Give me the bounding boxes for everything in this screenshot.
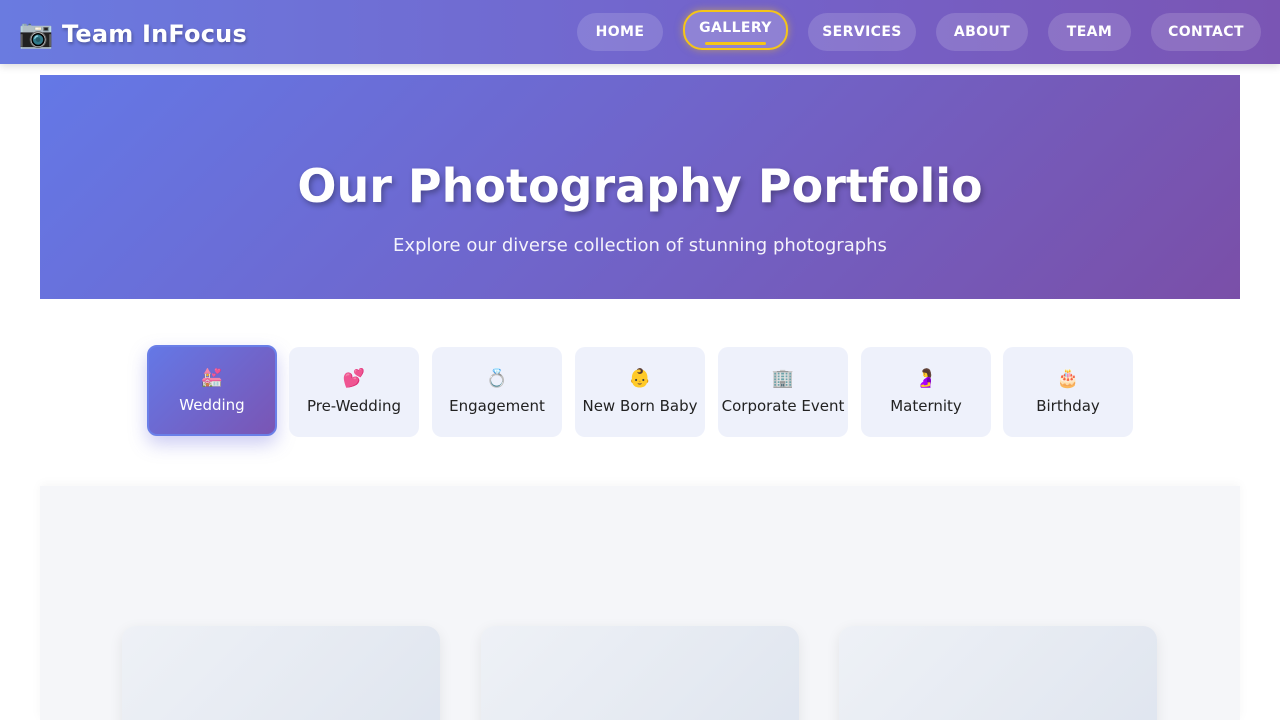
category-tab-birthday[interactable]: 🎂 Birthday — [1003, 347, 1133, 437]
nav-team-button[interactable]: TEAM — [1048, 13, 1131, 51]
category-tab-pre-wedding[interactable]: 💕 Pre-Wedding — [289, 347, 419, 437]
pregnant-woman-icon: 🤰 — [914, 368, 938, 389]
brand-name: Team InFocus — [62, 20, 247, 48]
category-tab-wedding[interactable]: 💒 Wedding — [147, 345, 277, 436]
ring-icon: 💍 — [485, 368, 509, 389]
nav-gallery-button[interactable]: GALLERY — [683, 10, 788, 50]
category-tab-corporate-event[interactable]: 🏢 Corporate Event — [718, 347, 848, 437]
nav-home-label: HOME — [595, 24, 645, 40]
church-icon: 💒 — [200, 366, 224, 388]
page-subtitle: Explore our diverse collection of stunni… — [393, 235, 887, 256]
gallery-card[interactable] — [481, 626, 799, 720]
page-title: Our Photography Portfolio — [297, 159, 983, 213]
gallery-card[interactable] — [122, 626, 440, 720]
nav-about-button[interactable]: ABOUT — [936, 13, 1028, 51]
office-building-icon: 🏢 — [771, 368, 795, 389]
category-label: Pre-Wedding — [306, 397, 402, 415]
gallery-card[interactable] — [839, 626, 1157, 720]
nav-about-label: ABOUT — [953, 24, 1011, 40]
nav-gallery-label: GALLERY — [699, 20, 772, 36]
hearts-icon: 💕 — [342, 368, 366, 389]
birthday-cake-icon: 🎂 — [1056, 368, 1080, 389]
nav-services-label: SERVICES — [822, 24, 902, 40]
nav-contact-button[interactable]: CONTACT — [1151, 13, 1261, 51]
category-label: Birthday — [1036, 397, 1100, 415]
brand-logo[interactable]: 📷 Team InFocus — [16, 16, 247, 52]
active-underline — [705, 42, 766, 45]
nav-home-button[interactable]: HOME — [577, 13, 663, 51]
nav-team-label: TEAM — [1066, 24, 1113, 40]
category-label: Engagement — [449, 397, 545, 415]
hero-banner: Our Photography Portfolio Explore our di… — [40, 75, 1240, 299]
gallery-grid — [40, 486, 1240, 720]
top-navbar: 📷 Team InFocus HOME GALLERY SERVICES ABO… — [0, 0, 1280, 64]
category-label: Maternity — [890, 397, 962, 415]
baby-icon: 👶 — [628, 368, 652, 389]
camera-icon: 📷 — [18, 17, 54, 50]
category-tab-maternity[interactable]: 🤰 Maternity — [861, 347, 991, 437]
nav-contact-label: CONTACT — [1168, 24, 1244, 40]
category-label: New Born Baby — [582, 397, 698, 415]
category-label: Corporate Event — [721, 397, 845, 415]
nav-services-button[interactable]: SERVICES — [808, 13, 916, 51]
category-tab-engagement[interactable]: 💍 Engagement — [432, 347, 562, 437]
category-tab-new-born-baby[interactable]: 👶 New Born Baby — [575, 347, 705, 437]
category-label: Wedding — [179, 395, 245, 414]
